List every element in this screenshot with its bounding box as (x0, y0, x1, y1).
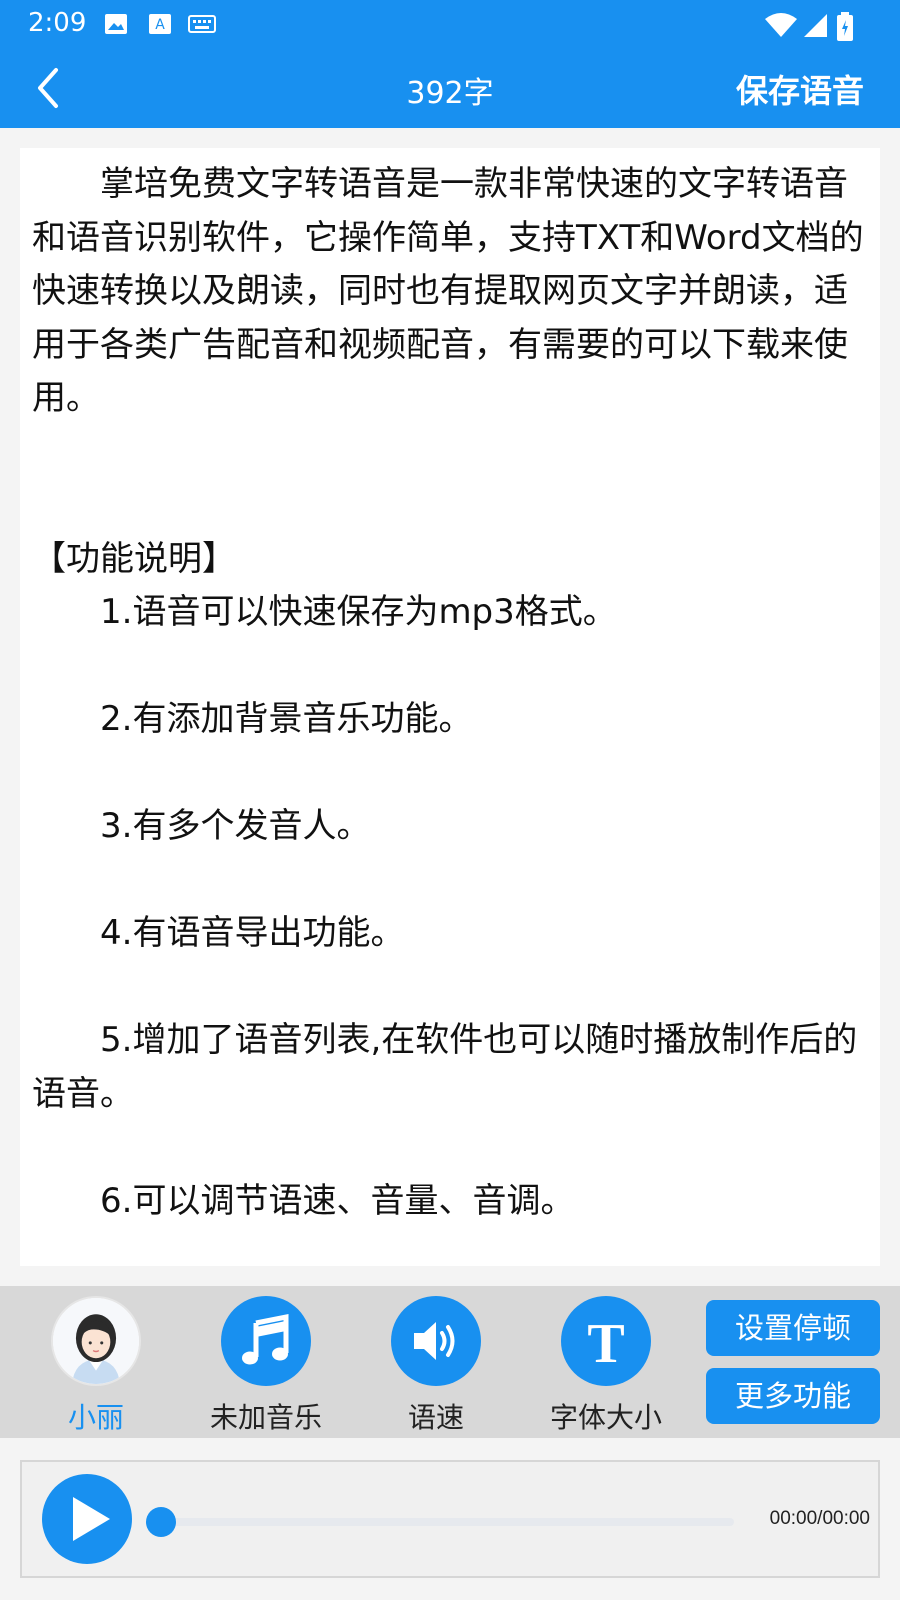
avatar[interactable] (51, 1296, 141, 1386)
music-tool[interactable]: 未加音乐 (196, 1296, 336, 1436)
document-text[interactable]: 掌培免费文字转语音是一款非常快速的文字转语音和语音识别软件，它操作简单，支持TX… (20, 148, 880, 1266)
font-size-button[interactable]: T (561, 1296, 651, 1386)
play-button[interactable] (42, 1474, 132, 1564)
voice-label: 小丽 (67, 1401, 124, 1434)
signal-icon (804, 14, 827, 37)
audio-player: 00:00/00:00 (20, 1460, 880, 1578)
app-bar: 392字 保存语音 (0, 48, 900, 128)
music-button[interactable] (221, 1296, 311, 1386)
status-bar: 2:09 A (0, 0, 900, 48)
text-editor[interactable]: 掌培免费文字转语音是一款非常快速的文字转语音和语音识别软件，它操作简单，支持TX… (20, 148, 880, 1266)
battery-icon (837, 12, 853, 41)
set-pause-button[interactable]: 设置停顿 (706, 1300, 880, 1356)
font-size-tool[interactable]: T 字体大小 (536, 1296, 676, 1436)
svg-text:A: A (155, 17, 165, 33)
progress-thumb[interactable] (146, 1507, 176, 1537)
keyboard-notification-icon (188, 15, 216, 33)
progress-track[interactable] (164, 1518, 734, 1526)
save-audio-button[interactable]: 保存语音 (736, 66, 864, 112)
tool-bar: 小丽 未加音乐 语速 T 字体大小 设置停顿 更多功能 (0, 1286, 900, 1438)
more-features-button[interactable]: 更多功能 (706, 1368, 880, 1424)
speaker-icon (414, 1322, 455, 1360)
voice-selector[interactable]: 小丽 (26, 1296, 166, 1436)
female-avatar-icon (53, 1298, 139, 1384)
image-notification-icon (105, 14, 127, 34)
play-icon (73, 1497, 110, 1541)
font-size-label: 字体大小 (549, 1401, 662, 1434)
music-note-icon (242, 1313, 289, 1365)
playback-time: 00:00/00:00 (769, 1508, 870, 1529)
speed-button[interactable] (391, 1296, 481, 1386)
svg-text:T: T (587, 1313, 624, 1371)
font-t-icon: T (587, 1313, 624, 1371)
status-time: 2:09 (28, 8, 87, 38)
speed-label: 语速 (407, 1401, 464, 1434)
back-chevron-icon[interactable] (30, 64, 70, 112)
music-label: 未加音乐 (209, 1401, 322, 1434)
speed-tool[interactable]: 语速 (366, 1296, 506, 1436)
text-notification-icon: A (149, 14, 171, 34)
wifi-icon (765, 13, 797, 37)
